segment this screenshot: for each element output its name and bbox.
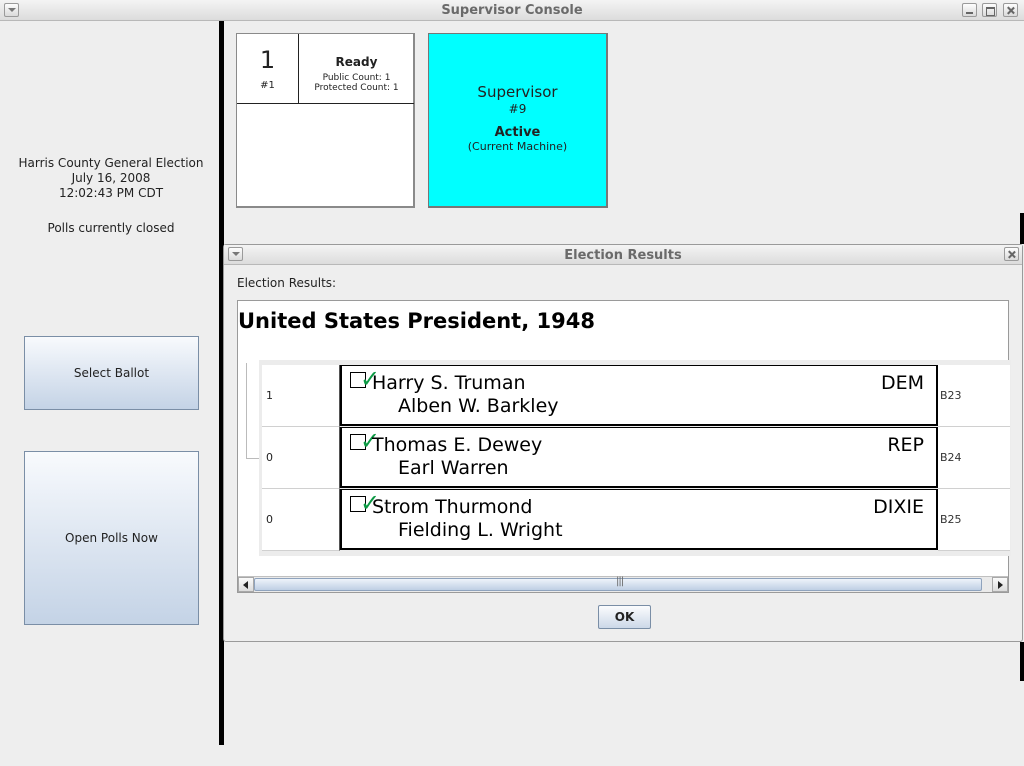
- dialog-close-icon[interactable]: [1004, 247, 1019, 261]
- ballot-code-cell: B24: [938, 427, 1010, 489]
- public-count: Public Count: 1: [322, 73, 391, 83]
- window-title: Supervisor Console: [441, 3, 583, 18]
- window-titlebar: Supervisor Console: [0, 0, 1024, 21]
- ballot-code: B25: [940, 513, 962, 526]
- candidate-cell: ✓ Harry S. Truman Alben W. Barkley DEM: [340, 365, 938, 426]
- ballot-code-cell: B25: [938, 489, 1010, 551]
- open-polls-button[interactable]: Open Polls Now: [24, 451, 199, 625]
- machine-number: 1: [259, 46, 276, 74]
- results-scroll-pane[interactable]: United States President, 1948 1 ✓ Harry …: [237, 300, 1011, 593]
- maximize-icon[interactable]: [982, 3, 997, 17]
- running-mate: Fielding L. Wright: [398, 519, 563, 541]
- party: DEM: [880, 372, 924, 394]
- ballot-code-cell: B23: [938, 365, 1010, 427]
- ballot-code: B24: [940, 451, 962, 464]
- ok-button[interactable]: OK: [598, 605, 651, 629]
- checkbox-icon: ✓: [350, 367, 380, 391]
- polls-status: Polls currently closed: [47, 221, 175, 235]
- protected-count: Protected Count: 1: [314, 83, 399, 93]
- supervisor-id: #9: [508, 102, 527, 116]
- vote-count: 0: [266, 513, 273, 526]
- supervisor-status: Active: [494, 125, 541, 140]
- supervisor-label: Supervisor: [477, 83, 558, 101]
- party: DIXIE: [873, 496, 924, 518]
- dialog-title: Election Results: [564, 248, 682, 263]
- machine-status-cell: Ready Public Count: 1 Protected Count: 1: [299, 34, 414, 104]
- election-results-dialog: Election Results Election Results: Unite…: [223, 244, 1023, 642]
- machine-card[interactable]: 1 #1 Ready Public Count: 1 Protected Cou…: [236, 33, 415, 208]
- table-row: 0 ✓ Strom Thurmond Fielding L. Wright DI…: [262, 489, 1010, 551]
- vote-count: 0: [266, 451, 273, 464]
- select-ballot-button[interactable]: Select Ballot: [24, 336, 199, 410]
- grip-icon: |||: [616, 576, 624, 587]
- checkbox-icon: ✓: [350, 429, 380, 453]
- election-name: Harris County General Election: [18, 156, 204, 170]
- tree-connector: [246, 363, 260, 459]
- clock: 12:02:43 PM CDT: [58, 186, 164, 200]
- scroll-left-icon[interactable]: [238, 577, 254, 592]
- running-mate: Earl Warren: [398, 457, 509, 479]
- results-heading: Election Results:: [237, 276, 337, 290]
- scroll-thumb[interactable]: |||: [254, 576, 982, 591]
- candidate-cell: ✓ Thomas E. Dewey Earl Warren REP: [340, 427, 938, 488]
- minimize-icon[interactable]: [962, 3, 977, 17]
- candidate-name: Thomas E. Dewey: [372, 434, 543, 456]
- machine-status: Ready: [335, 55, 378, 69]
- machine-id: #1: [260, 80, 275, 91]
- supervisor-note: (Current Machine): [467, 140, 568, 153]
- vote-count-cell: 0: [262, 427, 340, 489]
- machine-number-cell: 1 #1: [237, 34, 299, 104]
- close-icon[interactable]: [1003, 3, 1018, 17]
- horizontal-scrollbar[interactable]: |||: [238, 576, 1008, 592]
- dialog-titlebar: Election Results: [224, 245, 1022, 265]
- candidate-name: Harry S. Truman: [372, 372, 526, 394]
- election-date: July 16, 2008: [71, 171, 151, 185]
- running-mate: Alben W. Barkley: [398, 395, 559, 417]
- scroll-right-icon[interactable]: [992, 577, 1008, 592]
- checkbox-icon: ✓: [350, 491, 380, 515]
- party: REP: [887, 434, 924, 456]
- candidate-cell: ✓ Strom Thurmond Fielding L. Wright DIXI…: [340, 489, 938, 550]
- edge-rule: [1020, 642, 1024, 681]
- vote-count: 1: [266, 389, 273, 402]
- left-panel: Harris County General Election July 16, …: [0, 21, 219, 766]
- candidate-name: Strom Thurmond: [372, 496, 533, 518]
- supervisor-card[interactable]: Supervisor #9 Active (Current Machine): [428, 33, 608, 208]
- vote-count-cell: 1: [262, 365, 340, 427]
- table-row: 1 ✓ Harry S. Truman Alben W. Barkley DEM…: [262, 365, 1010, 427]
- race-title: United States President, 1948: [238, 309, 595, 333]
- vote-count-cell: 0: [262, 489, 340, 551]
- edge-rule: [1020, 213, 1024, 244]
- table-row: 0 ✓ Thomas E. Dewey Earl Warren REP B24: [262, 427, 1010, 489]
- ballot-code: B23: [940, 389, 962, 402]
